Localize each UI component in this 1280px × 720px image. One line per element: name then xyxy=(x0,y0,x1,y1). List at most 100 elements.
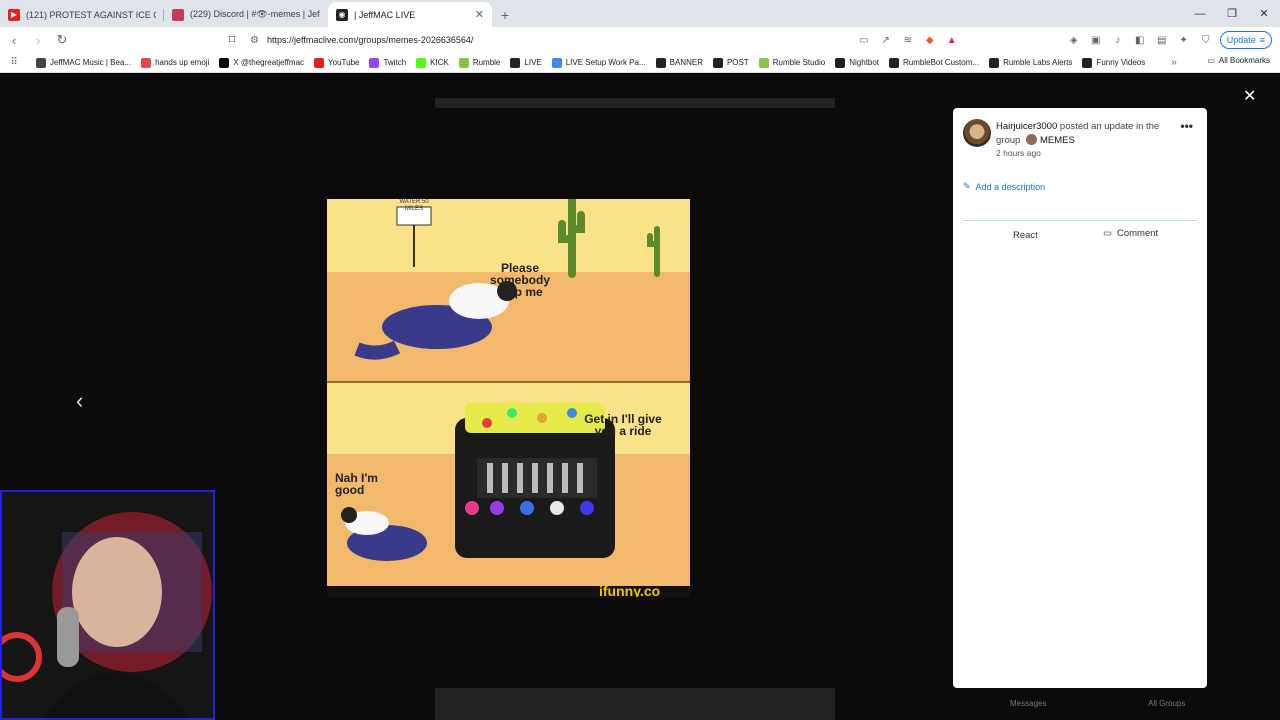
bookmark-favicon-icon xyxy=(989,57,1000,68)
tab-strip: ▶ (121) PROTEST AGAINST ICE CONTIN (229)… xyxy=(0,0,1280,27)
minimize-icon[interactable]: — xyxy=(1184,0,1216,27)
post-header: Hairjuicer3000 posted an update in the g… xyxy=(996,120,1176,148)
bookmark-favicon-icon xyxy=(655,57,666,68)
more-options-icon[interactable]: ••• xyxy=(1180,119,1193,133)
bookmark-item[interactable]: Twitch xyxy=(369,57,407,68)
bookmark-item[interactable]: LIVE xyxy=(510,57,542,68)
bookmark-label: Rumble Studio xyxy=(772,58,826,67)
bookmark-label: POST xyxy=(726,58,749,67)
bookmark-item[interactable]: Rumble xyxy=(458,57,500,68)
site-icon: ◉ xyxy=(336,8,348,21)
bookmark-item[interactable]: Nightbot xyxy=(835,57,880,68)
ifunny-watermark: ifunny.co xyxy=(599,583,661,597)
bookmark-favicon-icon xyxy=(1082,57,1093,68)
url-text: https://jeffmaclive.com/groups/memes-202… xyxy=(266,35,474,45)
browser-tab-active[interactable]: ◉ | JeffMAC LIVE ✕ xyxy=(328,2,492,27)
toolbar-actions: ▭ ↗ ≋ ◆ ▲ ◈ ▣ ♪ ◧ ▤ ✦ ⛉ Update ≡ xyxy=(856,30,1272,50)
background-messages: Messages xyxy=(1010,699,1047,708)
background-site-nav xyxy=(0,80,1280,96)
bookmark-favicon-icon xyxy=(712,57,723,68)
screenshot-icon[interactable]: ▣ xyxy=(1088,32,1104,48)
previous-image-icon[interactable]: ‹ xyxy=(76,388,83,414)
folder-icon: ▭ xyxy=(1207,56,1215,65)
bookmark-icon[interactable]: ⌑ xyxy=(222,30,242,50)
wallet-icon[interactable]: ▤ xyxy=(1154,32,1170,48)
share-icon[interactable]: ↗ xyxy=(878,32,894,48)
forward-icon[interactable]: › xyxy=(28,30,48,50)
bookmark-item[interactable]: POST xyxy=(712,57,749,68)
bookmark-favicon-icon xyxy=(416,57,427,68)
bookmark-favicon-icon xyxy=(458,57,469,68)
close-lightbox-icon[interactable]: ✕ xyxy=(1243,86,1256,106)
all-bookmarks[interactable]: ▭ All Bookmarks xyxy=(1207,56,1270,65)
vpn-icon[interactable]: ⛉ xyxy=(1198,32,1214,48)
group-name[interactable]: MEMES xyxy=(1040,135,1075,146)
bookmark-item[interactable]: hands up emoji xyxy=(141,57,210,68)
bookmark-label: LIVE Setup Work Pa... xyxy=(565,58,646,67)
bookmark-label: hands up emoji xyxy=(155,58,210,67)
bookmark-label: Twitch xyxy=(383,58,407,67)
bookmark-label: Nightbot xyxy=(849,58,880,67)
music-icon[interactable]: ♪ xyxy=(1110,32,1126,48)
address-bar[interactable]: ⚙ https://jeffmaclive.com/groups/memes-2… xyxy=(240,30,960,50)
streamer-camera-feed xyxy=(2,492,213,718)
new-tab-icon[interactable]: + xyxy=(492,2,518,27)
post-details-panel: Hairjuicer3000 posted an update in the g… xyxy=(953,108,1207,688)
bookmark-item[interactable]: Funny Videos xyxy=(1082,57,1145,68)
close-tab-icon[interactable]: ✕ xyxy=(475,8,484,21)
meme-panel-top: Please somebody help me WATER 50 MILES xyxy=(327,199,690,381)
meme-caption-bottom-right: Get in I'll give you a ride xyxy=(584,412,662,438)
add-description-link[interactable]: ✎ Add a description xyxy=(963,181,1045,192)
bookmark-item[interactable]: JeffMAC Music | Bea... xyxy=(36,57,132,68)
restore-icon[interactable]: ❐ xyxy=(1216,0,1248,27)
bookmark-favicon-icon xyxy=(835,57,846,68)
brave-shield-icon[interactable]: ◆ xyxy=(922,32,938,48)
background-groups: All Groups xyxy=(1148,699,1186,708)
background-post xyxy=(435,98,835,108)
browser-tab[interactable]: ▶ (121) PROTEST AGAINST ICE CONTIN xyxy=(0,2,164,27)
site-info-icon[interactable]: ⚙ xyxy=(250,35,259,46)
bookmark-label: JeffMAC Music | Bea... xyxy=(50,58,132,67)
author-name[interactable]: Hairjuicer3000 xyxy=(996,121,1057,132)
extension-icon[interactable]: ◈ xyxy=(1066,32,1082,48)
sign-text: WATER 50 MILES xyxy=(399,199,429,212)
post-time[interactable]: 2 hours ago xyxy=(996,148,1041,158)
bookmark-item[interactable]: KICK xyxy=(416,57,449,68)
bookmark-item[interactable]: Rumble Labs Alerts xyxy=(989,57,1072,68)
ai-icon[interactable]: ✦ xyxy=(1176,32,1192,48)
close-window-icon[interactable]: ✕ xyxy=(1248,0,1280,27)
bookmark-favicon-icon xyxy=(141,57,152,68)
back-icon[interactable]: ‹ xyxy=(4,30,24,50)
comment-icon: ▭ xyxy=(1103,228,1112,239)
background-post xyxy=(435,688,835,720)
bookmark-item[interactable]: YouTube xyxy=(314,57,359,68)
bookmarks-bar: ⠿ JeffMAC Music | Bea... hands up emoji X … xyxy=(0,53,1280,73)
cast-icon[interactable]: ▭ xyxy=(856,32,872,48)
bookmark-label: KICK xyxy=(430,58,449,67)
bookmark-label: LIVE xyxy=(524,58,542,67)
bookmark-label: BANNER xyxy=(669,58,703,67)
bookmark-item[interactable]: Rumble Studio xyxy=(758,57,826,68)
comment-button[interactable]: ▭ Comment xyxy=(1103,228,1158,239)
sidebar-icon[interactable]: ◧ xyxy=(1132,32,1148,48)
avatar[interactable] xyxy=(963,119,991,147)
bookmark-favicon-icon xyxy=(510,57,521,68)
react-button[interactable]: React xyxy=(1013,230,1038,241)
apps-grid-icon[interactable]: ⠿ xyxy=(6,55,22,71)
bookmark-item[interactable]: BANNER xyxy=(655,57,703,68)
browser-toolbar: ‹ › ↻ ⌑ ⚙ https://jeffmaclive.com/groups… xyxy=(0,27,1280,53)
bookmark-item[interactable]: LIVE Setup Work Pa... xyxy=(551,57,646,68)
more-bookmarks-icon[interactable]: » xyxy=(1166,55,1182,71)
bookmark-favicon-icon xyxy=(758,57,769,68)
browser-tab[interactable]: (229) Discord | #👁-memes | JeffMA xyxy=(164,2,328,27)
brave-rewards-icon[interactable]: ▲ xyxy=(944,32,960,48)
bookmark-item[interactable]: X @thegreatjeffmac xyxy=(219,57,304,68)
bookmark-favicon-icon xyxy=(551,57,562,68)
webcam-overlay xyxy=(0,490,215,720)
meme-caption-top: Please somebody help me xyxy=(489,261,550,299)
rss-icon[interactable]: ≋ xyxy=(900,32,916,48)
reload-icon[interactable]: ↻ xyxy=(52,30,72,50)
bookmark-item[interactable]: RumbleBot Custom... xyxy=(889,57,979,68)
edit-icon: ✎ xyxy=(963,181,971,191)
update-button[interactable]: Update ≡ xyxy=(1219,31,1272,49)
